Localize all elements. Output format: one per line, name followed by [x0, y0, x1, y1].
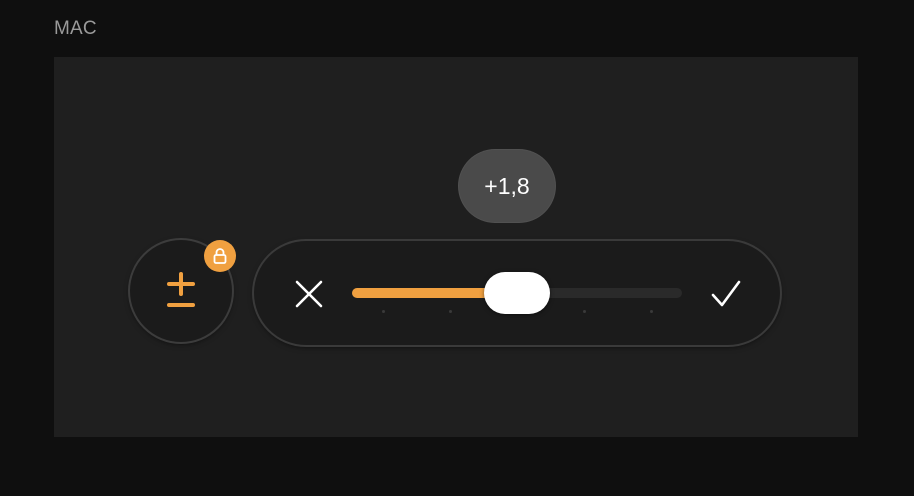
slider-tick — [583, 310, 586, 313]
cancel-button[interactable] — [290, 275, 328, 313]
exposure-panel: +1,8 — [54, 57, 858, 437]
exposure-slider-thumb[interactable] — [484, 272, 550, 314]
checkmark-icon — [711, 280, 741, 307]
platform-label: MAC — [54, 18, 97, 39]
slider-tick — [382, 310, 385, 313]
exposure-value-bubble: +1,8 — [458, 149, 556, 223]
lock-icon — [213, 248, 227, 264]
exposure-slider-control — [254, 241, 780, 345]
plus-minus-icon — [167, 272, 195, 307]
slider-tick — [650, 310, 653, 313]
close-icon — [295, 280, 323, 308]
confirm-button[interactable] — [706, 275, 746, 313]
exposure-slider-track[interactable] — [352, 272, 682, 314]
lock-badge — [204, 240, 236, 272]
slider-tick — [449, 310, 452, 313]
